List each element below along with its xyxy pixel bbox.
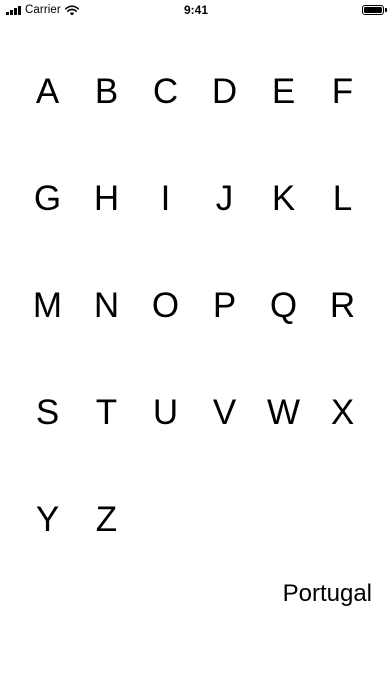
battery-nub — [385, 8, 387, 12]
letter-button-x[interactable]: X — [313, 378, 372, 448]
letter-button-s[interactable]: S — [18, 378, 77, 448]
letter-button-y[interactable]: Y — [18, 485, 77, 555]
letter-button-q[interactable]: Q — [254, 271, 313, 341]
letter-button-l[interactable]: L — [313, 164, 372, 234]
letter-button-j[interactable]: J — [195, 164, 254, 234]
letter-button-d[interactable]: D — [195, 57, 254, 127]
letter-button-p[interactable]: P — [195, 271, 254, 341]
letter-grid: ABCDEF GHIJKL MNOPQR STUVWX YZ — [18, 57, 372, 592]
letter-button-g[interactable]: G — [18, 164, 77, 234]
letter-button-a[interactable]: A — [18, 57, 77, 127]
letter-button-b[interactable]: B — [77, 57, 136, 127]
letter-button-c[interactable]: C — [136, 57, 195, 127]
letter-button-z[interactable]: Z — [77, 485, 136, 555]
letter-button-i[interactable]: I — [136, 164, 195, 234]
battery-level — [364, 7, 382, 13]
letter-button-e[interactable]: E — [254, 57, 313, 127]
status-bar: Carrier 9:41 — [0, 0, 392, 20]
letter-button-t[interactable]: T — [77, 378, 136, 448]
letter-button-m[interactable]: M — [18, 271, 77, 341]
letter-button-u[interactable]: U — [136, 378, 195, 448]
status-time: 9:41 — [183, 3, 209, 17]
letter-button-w[interactable]: W — [254, 378, 313, 448]
letter-button-v[interactable]: V — [195, 378, 254, 448]
letter-button-k[interactable]: K — [254, 164, 313, 234]
letter-button-n[interactable]: N — [77, 271, 136, 341]
letter-button-h[interactable]: H — [77, 164, 136, 234]
letter-button-r[interactable]: R — [313, 271, 372, 341]
battery-icon — [362, 5, 384, 15]
letter-button-o[interactable]: O — [136, 271, 195, 341]
letter-button-f[interactable]: F — [313, 57, 372, 127]
country-label: Portugal — [282, 580, 372, 607]
